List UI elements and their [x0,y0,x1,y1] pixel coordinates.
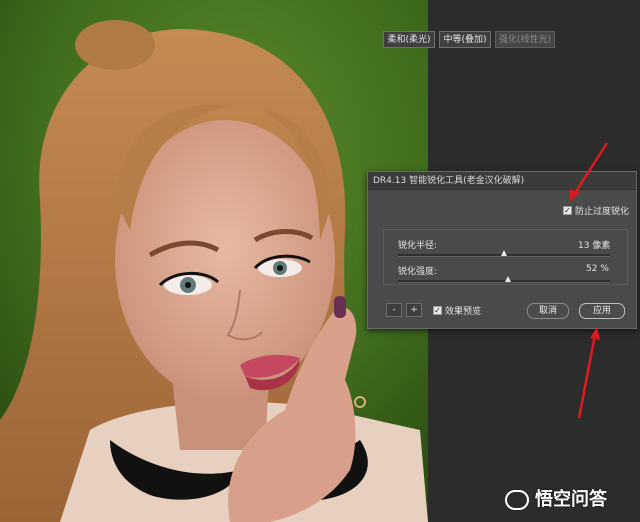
photoshop-canvas: DR4.13 智能锐化工具(老金汉化破解) 柔和(柔光) 中等(叠加) 强化(线… [0,0,640,522]
watermark-text: 悟空问答 [535,489,607,510]
arrow-to-checkbox-icon [570,142,609,201]
annotation-arrows [570,142,609,419]
watermark: 悟空问答 [505,485,607,511]
watermark-logo-icon [505,490,529,510]
arrow-to-apply-icon [577,327,600,419]
